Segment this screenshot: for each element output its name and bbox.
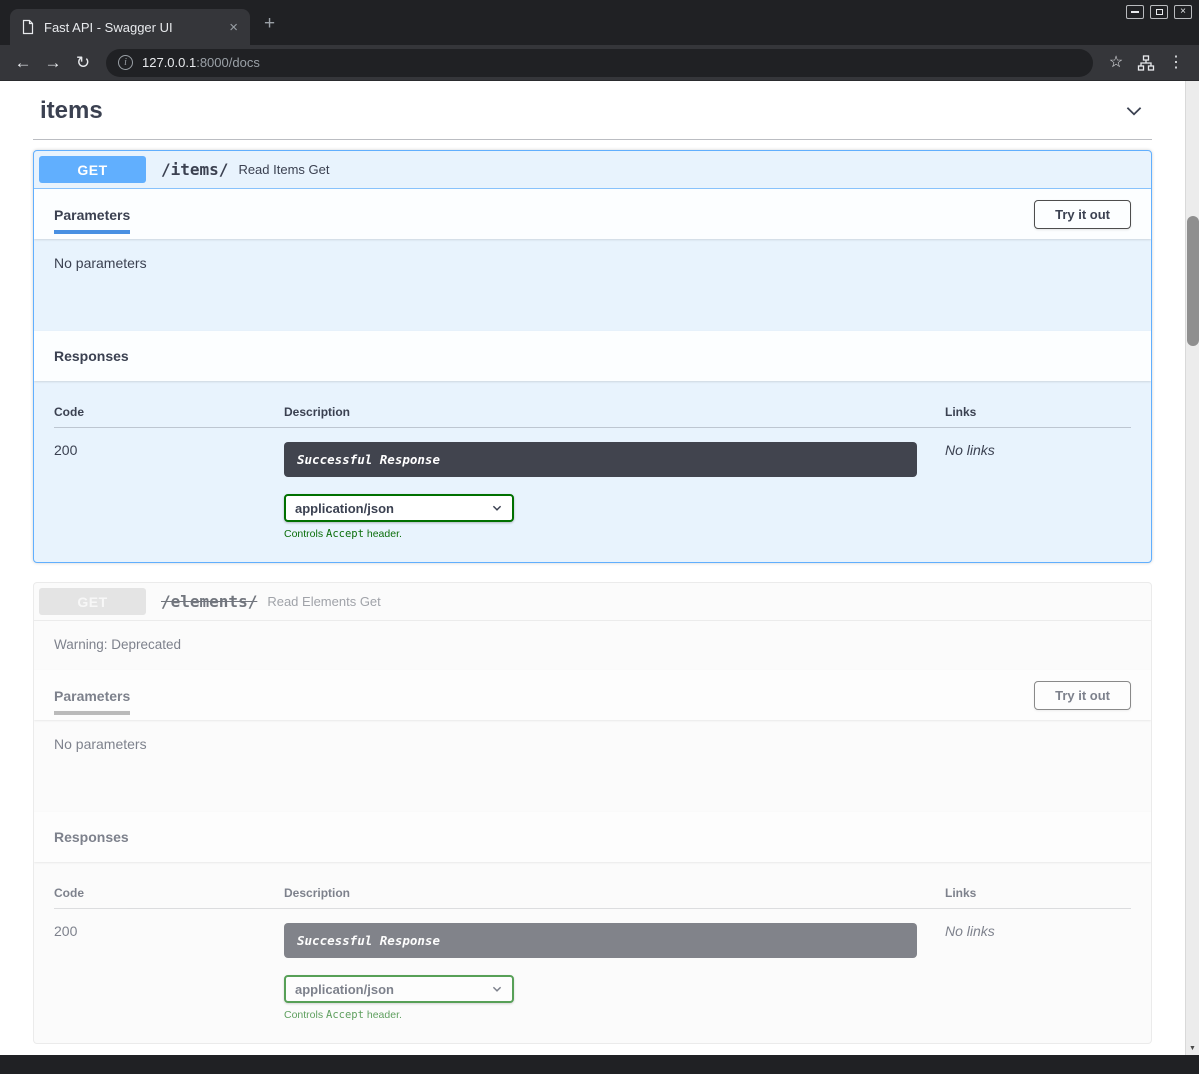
opblock-summary[interactable]: GET /items/ Read Items Get bbox=[34, 151, 1151, 189]
endpoint-path: /elements/ bbox=[161, 592, 257, 611]
opblock-body: Parameters Try it out No parameters Resp… bbox=[34, 189, 1151, 562]
response-row: 200 Successful Response application/json… bbox=[54, 909, 1131, 1021]
window-titlebar: Fast API - Swagger UI × + × bbox=[0, 0, 1199, 45]
responses-table: Code Description Links 200 Successful Re… bbox=[34, 381, 1151, 562]
opblock-body: Warning: Deprecated Parameters Try it ou… bbox=[34, 621, 1151, 1043]
responses-table: Code Description Links 200 Successful Re… bbox=[34, 862, 1151, 1043]
method-badge: GET bbox=[39, 588, 146, 615]
tab-parameters[interactable]: Parameters bbox=[54, 688, 130, 715]
page-content: items GET /items/ Read Items Get Paramet… bbox=[0, 81, 1199, 1055]
media-type-select[interactable]: application/json bbox=[284, 494, 514, 522]
no-parameters-text: No parameters bbox=[54, 736, 147, 752]
collapse-chevron-icon[interactable] bbox=[1123, 100, 1145, 122]
media-type-value: application/json bbox=[295, 982, 394, 997]
responses-header: Responses bbox=[34, 812, 1151, 862]
response-code: 200 bbox=[54, 923, 284, 939]
browser-window: Fast API - Swagger UI × + × ← → ↻ i 127.… bbox=[0, 0, 1199, 1055]
items-section-header[interactable]: items bbox=[33, 87, 1152, 140]
page-scrollbar[interactable]: ▼ bbox=[1185, 81, 1199, 1055]
browser-tab[interactable]: Fast API - Swagger UI × bbox=[10, 9, 250, 45]
window-close-button[interactable]: × bbox=[1174, 5, 1192, 19]
scrollbar-down-arrow-icon[interactable]: ▼ bbox=[1186, 1041, 1199, 1055]
endpoint-path: /items/ bbox=[161, 160, 228, 179]
reload-icon[interactable]: ↻ bbox=[68, 48, 98, 78]
method-badge: GET bbox=[39, 156, 146, 183]
responses-title: Responses bbox=[54, 829, 129, 845]
accept-header-note: Controls Accept header. bbox=[284, 528, 945, 540]
response-row: 200 Successful Response application/json… bbox=[54, 428, 1131, 540]
parameters-container: No parameters bbox=[34, 720, 1151, 812]
parameters-container: No parameters bbox=[34, 239, 1151, 331]
menu-dots-icon[interactable]: ⋮ bbox=[1161, 48, 1191, 78]
section-title: items bbox=[40, 97, 103, 125]
site-info-icon[interactable]: i bbox=[118, 55, 133, 70]
minimize-icon bbox=[1131, 11, 1139, 13]
response-description: Successful Response bbox=[284, 442, 917, 477]
url-bar[interactable]: i 127.0.0.1 :8000/docs bbox=[106, 49, 1093, 77]
responses-header: Responses bbox=[34, 331, 1151, 381]
back-icon[interactable]: ← bbox=[8, 48, 38, 78]
bookmark-star-icon[interactable]: ☆ bbox=[1101, 48, 1131, 78]
url-path: :8000/docs bbox=[196, 55, 260, 70]
new-tab-button[interactable]: + bbox=[264, 14, 275, 33]
column-header-links: Links bbox=[945, 880, 1131, 909]
tab-parameters[interactable]: Parameters bbox=[54, 207, 130, 234]
responses-title: Responses bbox=[54, 348, 129, 364]
scrollbar-thumb[interactable] bbox=[1187, 216, 1199, 346]
column-header-code: Code bbox=[54, 880, 284, 909]
deprecated-warning: Warning: Deprecated bbox=[34, 621, 1151, 670]
url-host: 127.0.0.1 bbox=[142, 55, 196, 70]
maximize-icon bbox=[1156, 9, 1163, 15]
endpoint-summary: Read Items Get bbox=[238, 162, 329, 177]
tab-close-icon[interactable]: × bbox=[227, 19, 240, 36]
parameters-header: Parameters Try it out bbox=[34, 189, 1151, 239]
select-chevron-icon bbox=[491, 983, 503, 995]
tab-title: Fast API - Swagger UI bbox=[44, 20, 227, 35]
response-links: No links bbox=[945, 442, 1131, 458]
column-header-description: Description bbox=[284, 399, 945, 428]
endpoint-summary: Read Elements Get bbox=[267, 594, 380, 609]
opblock-get-items: GET /items/ Read Items Get Parameters Tr… bbox=[33, 150, 1152, 563]
response-description-cell: Successful Response application/json Con… bbox=[284, 923, 945, 1021]
media-type-select[interactable]: application/json bbox=[284, 975, 514, 1003]
response-code: 200 bbox=[54, 442, 284, 458]
window-minimize-button[interactable] bbox=[1126, 5, 1144, 19]
no-parameters-text: No parameters bbox=[54, 255, 147, 271]
opblock-summary[interactable]: GET /elements/ Read Elements Get bbox=[34, 583, 1151, 621]
accept-header-note: Controls Accept header. bbox=[284, 1009, 945, 1021]
window-maximize-button[interactable] bbox=[1150, 5, 1168, 19]
response-description: Successful Response bbox=[284, 923, 917, 958]
window-controls: × bbox=[1126, 5, 1192, 19]
try-it-out-button[interactable]: Try it out bbox=[1034, 200, 1131, 229]
column-header-description: Description bbox=[284, 880, 945, 909]
opblock-get-elements-deprecated: GET /elements/ Read Elements Get Warning… bbox=[33, 582, 1152, 1044]
select-chevron-icon bbox=[491, 502, 503, 514]
page-favicon-icon bbox=[20, 19, 36, 35]
column-header-code: Code bbox=[54, 399, 284, 428]
sitemap-icon[interactable] bbox=[1131, 54, 1161, 72]
try-it-out-button[interactable]: Try it out bbox=[1034, 681, 1131, 710]
parameters-header: Parameters Try it out bbox=[34, 670, 1151, 720]
response-description-cell: Successful Response application/json Con… bbox=[284, 442, 945, 540]
response-links: No links bbox=[945, 923, 1131, 939]
column-header-links: Links bbox=[945, 399, 1131, 428]
media-type-value: application/json bbox=[295, 501, 394, 516]
forward-icon[interactable]: → bbox=[38, 48, 68, 78]
browser-toolbar: ← → ↻ i 127.0.0.1 :8000/docs ☆ ⋮ bbox=[0, 45, 1199, 81]
